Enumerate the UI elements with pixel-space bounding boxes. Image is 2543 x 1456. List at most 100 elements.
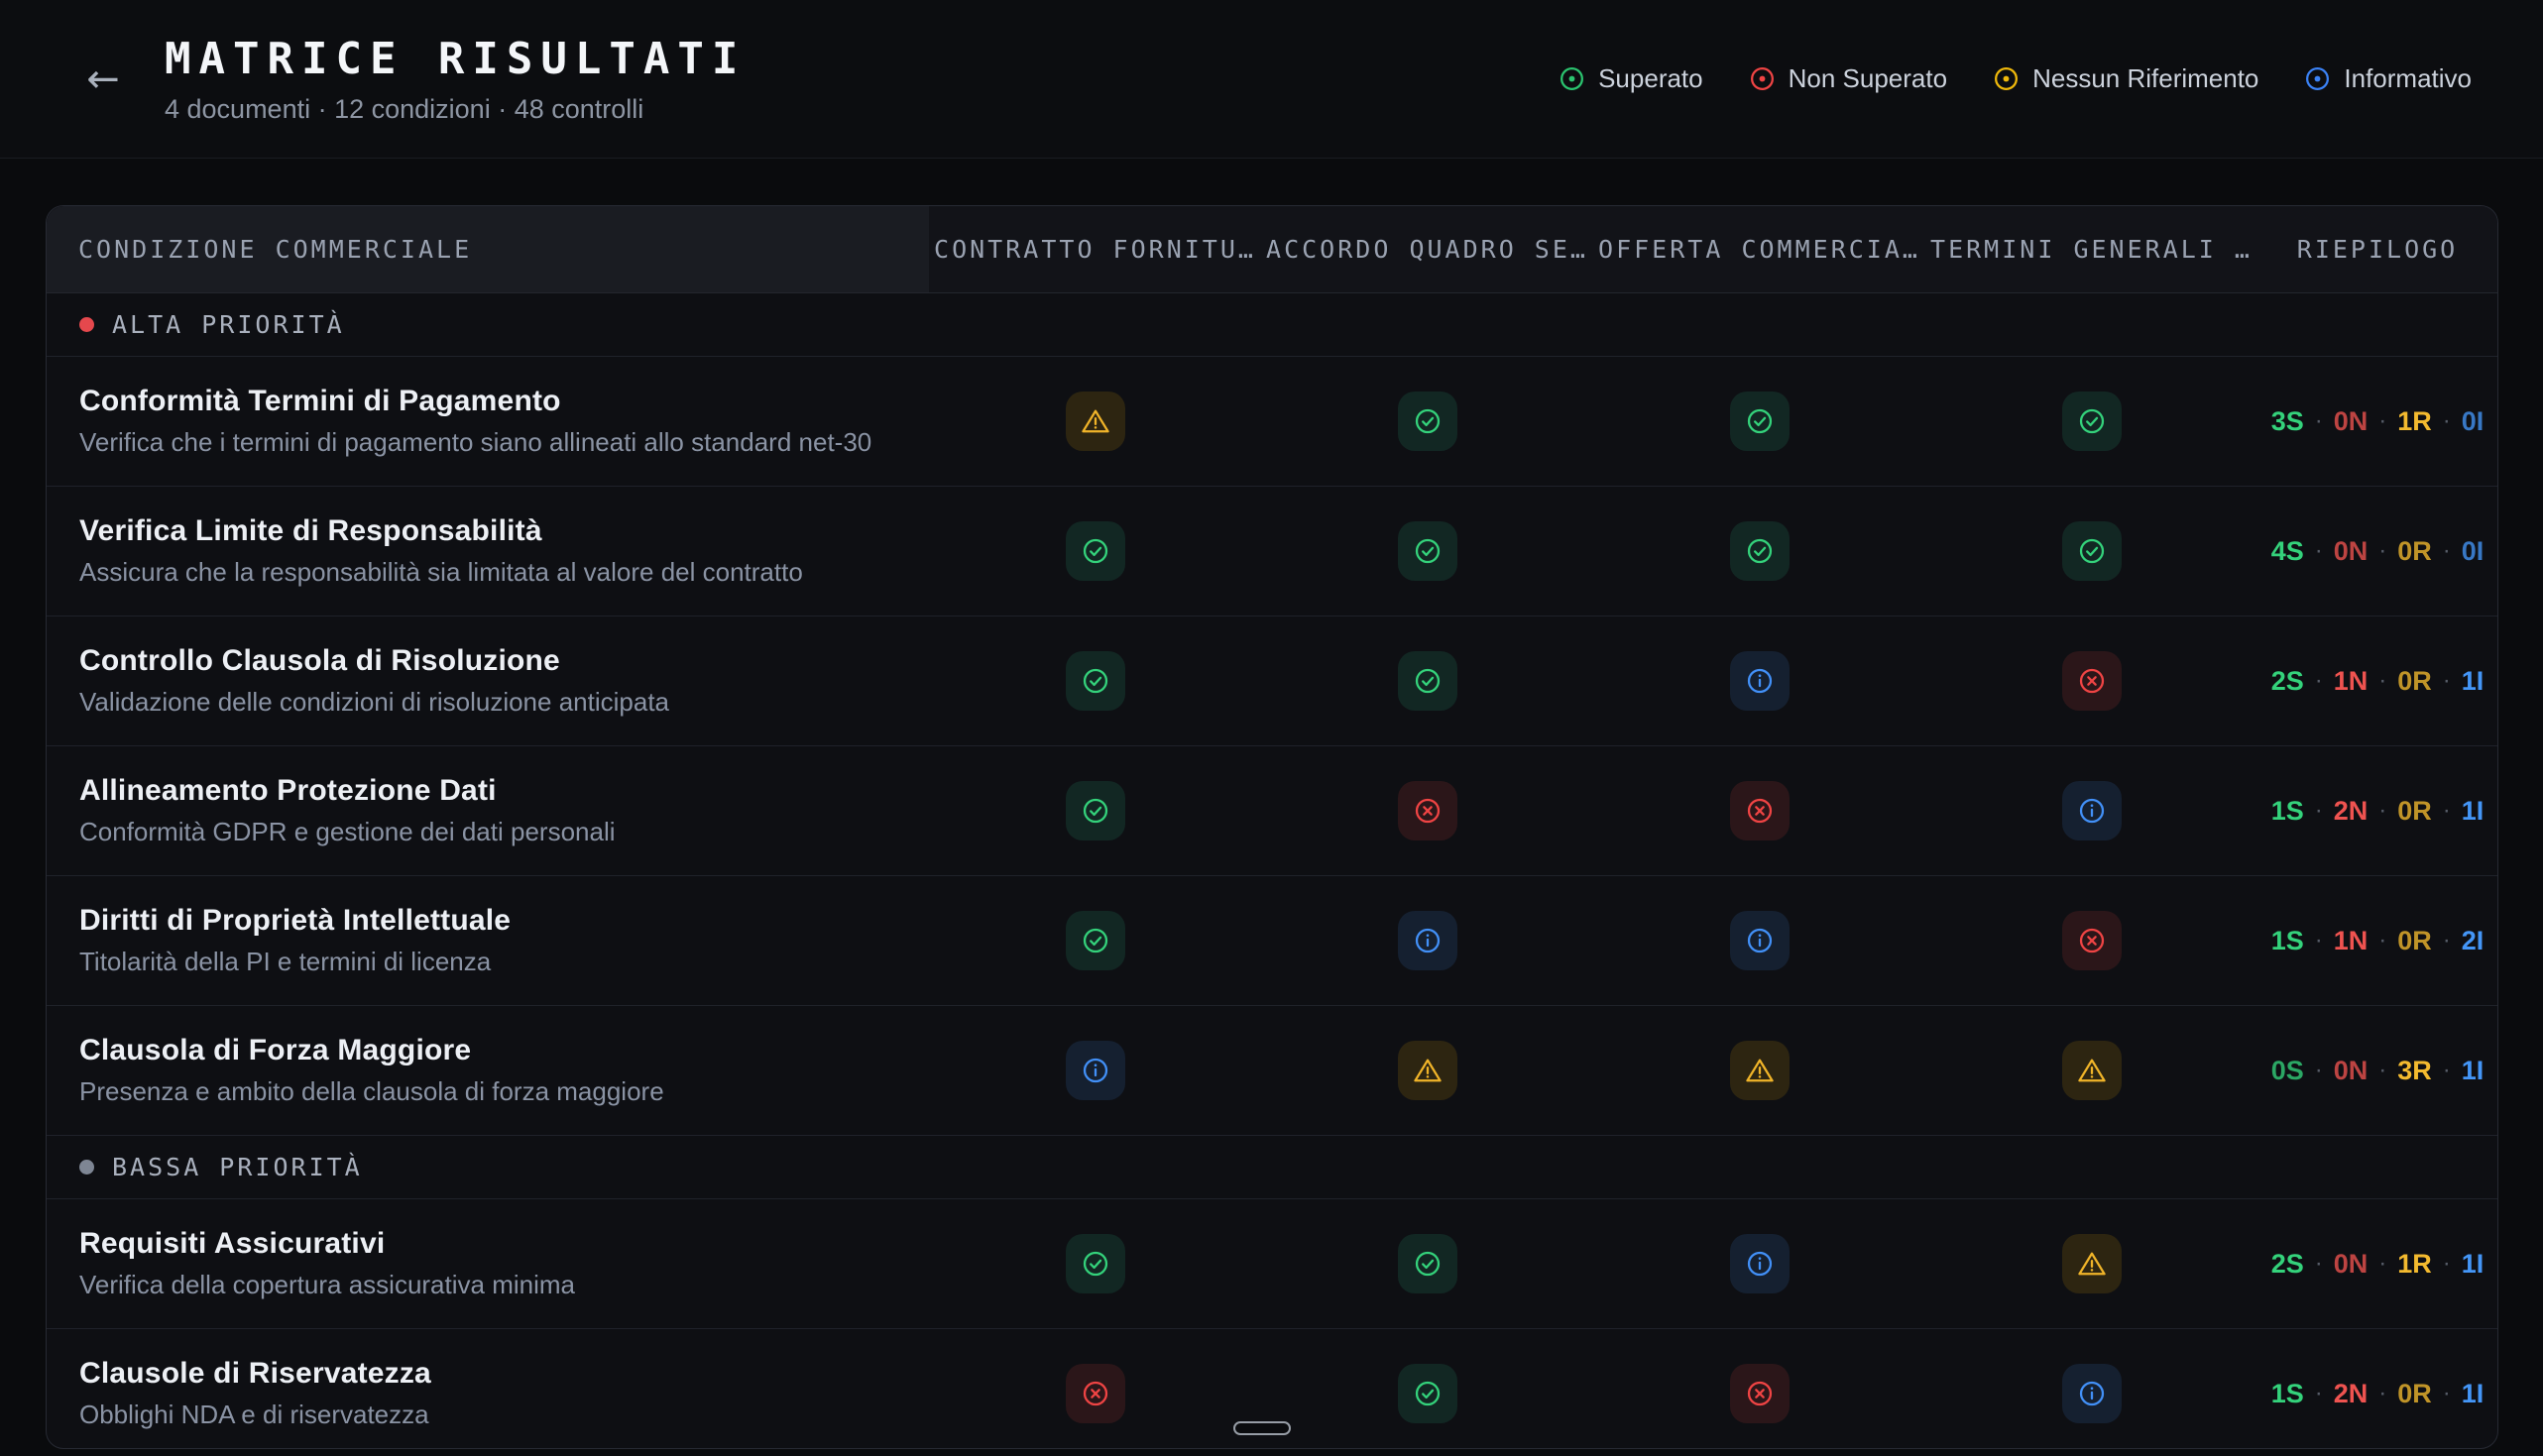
- matrix-body: ALTA PRIORITÀ Conformità Termini di Paga…: [47, 293, 2497, 1449]
- summary-stat: 2N: [2334, 796, 2369, 827]
- column-header-1[interactable]: CONTRATTO FORNITU…: [929, 206, 1261, 292]
- circle-dot-icon: [2304, 65, 2331, 92]
- result-chip-pass[interactable]: [1730, 392, 1790, 451]
- summary-separator: ·: [2378, 537, 2386, 565]
- result-chip-noref[interactable]: [1398, 1041, 1457, 1100]
- back-arrow-icon: ←: [86, 59, 120, 99]
- summary-cell: 2S·0N·1R·1I: [2257, 1199, 2497, 1328]
- result-chip-pass[interactable]: [1066, 651, 1125, 711]
- result-cell: [1925, 487, 2257, 616]
- check-circle-icon: [2076, 405, 2108, 437]
- result-chip-fail[interactable]: [2062, 911, 2122, 970]
- table-row[interactable]: Allineamento Protezione Dati Conformità …: [47, 746, 2497, 876]
- summary-separator: ·: [2378, 1057, 2386, 1084]
- matrix-header-row: CONDIZIONE COMMERCIALECONTRATTO FORNITU……: [47, 206, 2497, 293]
- check-circle-icon: [1412, 1378, 1444, 1409]
- summary-stat: 1N: [2334, 926, 2369, 956]
- summary-stat: 0N: [2334, 1056, 2369, 1086]
- summary-separator: ·: [2315, 667, 2323, 695]
- table-row[interactable]: Controllo Clausola di Risoluzione Valida…: [47, 616, 2497, 746]
- result-chip-pass[interactable]: [2062, 392, 2122, 451]
- result-chip-info[interactable]: [1730, 651, 1790, 711]
- section-label: BASSA PRIORITÀ: [112, 1153, 363, 1181]
- column-header-4[interactable]: TERMINI GENERALI …: [1925, 206, 2257, 292]
- horizontal-scrollbar-thumb[interactable]: [1233, 1421, 1291, 1435]
- result-chip-pass[interactable]: [1398, 392, 1457, 451]
- check-circle-icon: [1412, 535, 1444, 567]
- summary-separator: ·: [2443, 927, 2451, 954]
- result-chip-noref[interactable]: [1066, 392, 1125, 451]
- legend-item-nessun-riferimento: Nessun Riferimento: [1993, 63, 2258, 94]
- summary-stat: 0I: [2462, 536, 2485, 567]
- condition-description: Verifica che i termini di pagamento sian…: [79, 427, 909, 458]
- result-chip-pass[interactable]: [1730, 521, 1790, 581]
- section-label: ALTA PRIORITÀ: [112, 310, 345, 339]
- result-chip-noref[interactable]: [1730, 1041, 1790, 1100]
- result-chip-info[interactable]: [2062, 781, 2122, 840]
- summary-separator: ·: [2378, 667, 2386, 695]
- summary-stat: 1I: [2462, 796, 2485, 827]
- result-chip-fail[interactable]: [2062, 651, 2122, 711]
- result-chip-fail[interactable]: [1730, 781, 1790, 840]
- result-chip-noref[interactable]: [2062, 1041, 2122, 1100]
- summary-stat: 1S: [2271, 796, 2304, 827]
- result-chip-pass[interactable]: [2062, 521, 2122, 581]
- check-circle-icon: [1080, 1248, 1111, 1280]
- x-circle-icon: [1412, 795, 1444, 827]
- result-chip-pass[interactable]: [1398, 521, 1457, 581]
- result-chip-pass[interactable]: [1398, 1234, 1457, 1293]
- table-row[interactable]: Diritti di Proprietà Intellettuale Titol…: [47, 876, 2497, 1006]
- result-cell: [1925, 746, 2257, 875]
- result-cell: [1593, 746, 1925, 875]
- summary-stat: 3S: [2271, 406, 2304, 437]
- summary-stat: 0I: [2462, 406, 2485, 437]
- condition-title: Verifica Limite di Responsabilità: [79, 514, 909, 548]
- summary-separator: ·: [2378, 797, 2386, 825]
- result-chip-fail[interactable]: [1730, 1364, 1790, 1423]
- x-circle-icon: [1080, 1378, 1111, 1409]
- result-chip-info[interactable]: [1066, 1041, 1125, 1100]
- result-cell: [1925, 616, 2257, 745]
- summary-stat: 1I: [2462, 1249, 2485, 1280]
- result-chip-noref[interactable]: [2062, 1234, 2122, 1293]
- result-chip-info[interactable]: [1398, 911, 1457, 970]
- result-chip-pass[interactable]: [1398, 1364, 1457, 1423]
- info-circle-icon: [2076, 1378, 2108, 1409]
- result-cell: [1593, 876, 1925, 1005]
- table-row[interactable]: Conformità Termini di Pagamento Verifica…: [47, 357, 2497, 487]
- condition-title: Clausole di Riservatezza: [79, 1357, 909, 1391]
- column-header-3[interactable]: OFFERTA COMMERCIA…: [1593, 206, 1925, 292]
- table-row[interactable]: Clausola di Forza Maggiore Presenza e am…: [47, 1006, 2497, 1136]
- condition-title: Allineamento Protezione Dati: [79, 774, 909, 808]
- summary-stat: 2I: [2462, 926, 2485, 956]
- result-chip-info[interactable]: [1730, 911, 1790, 970]
- back-button[interactable]: ←: [75, 52, 131, 107]
- legend-label: Non Superato: [1789, 63, 1947, 94]
- result-chip-fail[interactable]: [1066, 1364, 1125, 1423]
- column-header-5[interactable]: RIEPILOGO: [2257, 206, 2497, 292]
- condition-title: Controllo Clausola di Risoluzione: [79, 644, 909, 678]
- result-chip-pass[interactable]: [1066, 1234, 1125, 1293]
- circle-dot-icon: [1749, 65, 1776, 92]
- result-cell: [929, 876, 1261, 1005]
- warning-triangle-icon: [2076, 1055, 2108, 1086]
- page-subtitle: 4 documenti · 12 condizioni · 48 control…: [165, 94, 746, 125]
- result-chip-info[interactable]: [1730, 1234, 1790, 1293]
- result-chip-info[interactable]: [2062, 1364, 2122, 1423]
- column-header-2[interactable]: ACCORDO QUADRO SE…: [1261, 206, 1593, 292]
- result-chip-pass[interactable]: [1066, 781, 1125, 840]
- summary-separator: ·: [2443, 797, 2451, 825]
- check-circle-icon: [1744, 535, 1776, 567]
- result-cell: [1261, 616, 1593, 745]
- summary-stat: 1S: [2271, 926, 2304, 956]
- table-row[interactable]: Verifica Limite di Responsabilità Assicu…: [47, 487, 2497, 616]
- result-chip-fail[interactable]: [1398, 781, 1457, 840]
- priority-dot-icon: [79, 1160, 94, 1175]
- summary-cell: 1S·2N·0R·1I: [2257, 746, 2497, 875]
- condition-cell: Verifica Limite di Responsabilità Assicu…: [47, 487, 929, 616]
- result-chip-pass[interactable]: [1066, 521, 1125, 581]
- condition-description: Obblighi NDA e di riservatezza: [79, 1400, 909, 1430]
- result-chip-pass[interactable]: [1398, 651, 1457, 711]
- table-row[interactable]: Requisiti Assicurativi Verifica della co…: [47, 1199, 2497, 1329]
- result-chip-pass[interactable]: [1066, 911, 1125, 970]
